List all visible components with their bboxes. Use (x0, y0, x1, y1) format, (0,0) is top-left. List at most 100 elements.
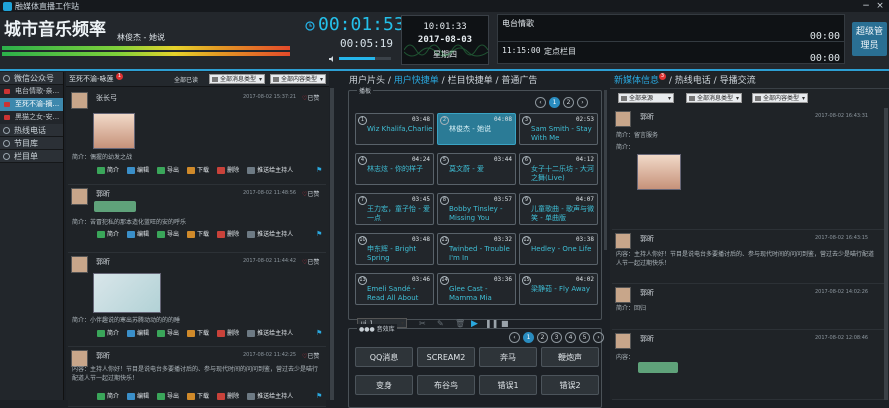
like-button[interactable]: ♡已赞 (302, 189, 319, 198)
song-cell[interactable]: 10 03:48 申东辉 - Bright Spring (355, 233, 434, 265)
delete-button[interactable]: 删除 (216, 391, 242, 402)
download-button[interactable]: 下载 (186, 391, 212, 402)
push-to-host-button[interactable]: 推送给主持人 (246, 165, 296, 176)
sound-effect-button[interactable]: 奔马 (479, 347, 537, 367)
fx-page-5[interactable]: 5 (579, 332, 590, 343)
playlist-scrollbar[interactable] (604, 90, 607, 250)
feed-scrollbar[interactable] (330, 88, 334, 400)
delete-button[interactable]: 删除 (216, 229, 242, 240)
trash-icon[interactable]: 🗑 (455, 319, 465, 328)
download-button[interactable]: 下载 (186, 229, 212, 240)
push-to-host-button[interactable]: 推送给主持人 (246, 229, 296, 240)
edit-icon[interactable]: ✎ (437, 319, 444, 328)
nav-hotline[interactable]: 热线电话 (0, 124, 63, 137)
tab-user-quick[interactable]: 用户快捷单 (394, 76, 439, 86)
edit-button[interactable]: 编辑 (126, 391, 152, 402)
post-video[interactable] (93, 273, 161, 313)
post-image[interactable] (93, 113, 135, 149)
info-content-type-select[interactable]: 全部内容类型 (752, 93, 808, 104)
fx-page-4[interactable]: 4 (565, 332, 576, 343)
export-button[interactable]: 导出 (156, 328, 182, 339)
tab-director-chat[interactable]: 导播交流 (720, 76, 756, 86)
post-image[interactable] (637, 154, 681, 190)
song-cell[interactable]: 13 03:46 Emeli Sandé - Read All About (355, 273, 434, 305)
nav-item-3[interactable]: 黑猫之女-安... (0, 111, 63, 124)
export-button[interactable]: 导出 (156, 165, 182, 176)
content-type-select[interactable]: 全部内容类型 (270, 74, 326, 85)
song-cell[interactable]: 3 02:53 Sam Smith - Stay With Me (519, 113, 598, 145)
tab-new-media[interactable]: 新媒体信息 (614, 76, 659, 86)
download-button[interactable]: 下载 (186, 165, 212, 176)
intro-button[interactable]: 简介 (96, 328, 122, 339)
cut-icon[interactable]: ✂ (419, 319, 426, 328)
song-cell[interactable]: 14 03:36 Glee Cast - Mamma Mia (437, 273, 516, 305)
source-select[interactable]: 全部来源 (618, 93, 674, 104)
song-cell[interactable]: 4 04:24 林志炫 - 你的样子 (355, 153, 434, 185)
edit-button[interactable]: 编辑 (126, 165, 152, 176)
nav-item-1[interactable]: 电台情歌-亲... (0, 85, 63, 98)
song-cell[interactable]: 6 04:12 女子十二乐坊 - 大河之舞(Live) (519, 153, 598, 185)
export-button[interactable]: 导出 (156, 391, 182, 402)
like-button[interactable]: ♡已赞 (302, 93, 319, 102)
sound-effect-button[interactable]: 错误1 (479, 375, 537, 395)
edit-button[interactable]: 编辑 (126, 229, 152, 240)
edit-button[interactable]: 编辑 (126, 328, 152, 339)
tab-column-quick[interactable]: 栏目快捷单 (448, 76, 493, 86)
super-admin-button[interactable]: 超级管理员 (852, 22, 887, 56)
next-page-button[interactable]: › (577, 97, 588, 108)
prev-page-button[interactable]: ‹ (535, 97, 546, 108)
download-button[interactable]: 下载 (186, 328, 212, 339)
fx-page-3[interactable]: 3 (551, 332, 562, 343)
song-cell[interactable]: 5 03:44 莫文蔚 - 爱 (437, 153, 516, 185)
like-button[interactable]: ♡已赞 (302, 257, 319, 266)
fx-page-2[interactable]: 2 (537, 332, 548, 343)
song-cell[interactable]: 12 03:38 Hedley - One Life (519, 233, 598, 265)
push-to-host-button[interactable]: 推送给主持人 (246, 391, 296, 402)
nav-item-2[interactable]: 至死不渝-摘... (0, 98, 63, 111)
page-2-button[interactable]: 2 (563, 97, 574, 108)
song-cell[interactable]: 11 03:32 Twinbed - Trouble I'm In (437, 233, 516, 265)
sound-effect-button[interactable]: QQ消息 (355, 347, 413, 367)
flag-icon[interactable]: ⚑ (316, 230, 322, 238)
flag-icon[interactable]: ⚑ (316, 329, 322, 337)
nav-columns[interactable]: 栏目单 (0, 150, 63, 163)
volume-slider[interactable] (339, 57, 391, 60)
nav-wechat[interactable]: 微信公众号 (0, 72, 63, 85)
song-cell[interactable]: 8 03:57 Bobby Tinsley - Missing You (437, 193, 516, 225)
mark-all-read[interactable]: 全部已读 (174, 75, 198, 84)
song-cell[interactable]: 1 03:48 Wiz Khalifa,Charlie (355, 113, 434, 145)
sound-effect-button[interactable]: 布谷鸟 (417, 375, 475, 395)
song-cell[interactable]: 9 04:07 儿童歌曲 - 歌声与微笑 - 单曲版 (519, 193, 598, 225)
info-message-type-select[interactable]: 全部消息类型 (686, 93, 742, 104)
song-cell[interactable]: 7 03:45 王力宏，童子怡 - 爱一点 (355, 193, 434, 225)
sound-effect-button[interactable]: 变身 (355, 375, 413, 395)
tab-user-intro[interactable]: 用户片头 (349, 76, 385, 86)
fx-prev-button[interactable]: ‹ (509, 332, 520, 343)
sound-effect-button[interactable]: 鞭炮声 (541, 347, 599, 367)
pause-icon[interactable]: ❚❚ (485, 319, 498, 328)
page-1-button[interactable]: 1 (549, 97, 560, 108)
intro-button[interactable]: 简介 (96, 229, 122, 240)
song-cell[interactable]: 15 04:02 梁静茹 - Fly Away (519, 273, 598, 305)
like-button[interactable]: ♡已赞 (302, 351, 319, 360)
fx-page-1[interactable]: 1 (523, 332, 534, 343)
flag-icon[interactable]: ⚑ (316, 392, 322, 400)
close-button[interactable]: × (873, 1, 887, 12)
push-to-host-button[interactable]: 推送给主持人 (246, 328, 296, 339)
sound-effect-button[interactable]: SCREAM2 (417, 347, 475, 367)
delete-button[interactable]: 删除 (216, 328, 242, 339)
minimize-button[interactable]: − (859, 1, 873, 12)
tab-ads[interactable]: 普通广告 (501, 76, 537, 86)
info-scrollbar[interactable] (884, 108, 888, 400)
intro-button[interactable]: 简介 (96, 391, 122, 402)
export-button[interactable]: 导出 (156, 229, 182, 240)
sound-effect-button[interactable]: 错误2 (541, 375, 599, 395)
delete-button[interactable]: 删除 (216, 165, 242, 176)
intro-button[interactable]: 简介 (96, 165, 122, 176)
nav-programs[interactable]: 节目库 (0, 137, 63, 150)
song-cell[interactable]: 2 04:08 林俊杰 - 她说 (437, 113, 516, 145)
stop-icon[interactable]: ■ (501, 319, 509, 328)
tab-hotline[interactable]: 热线电话 (675, 76, 711, 86)
fx-next-button[interactable]: › (593, 332, 604, 343)
flag-icon[interactable]: ⚑ (316, 166, 322, 174)
